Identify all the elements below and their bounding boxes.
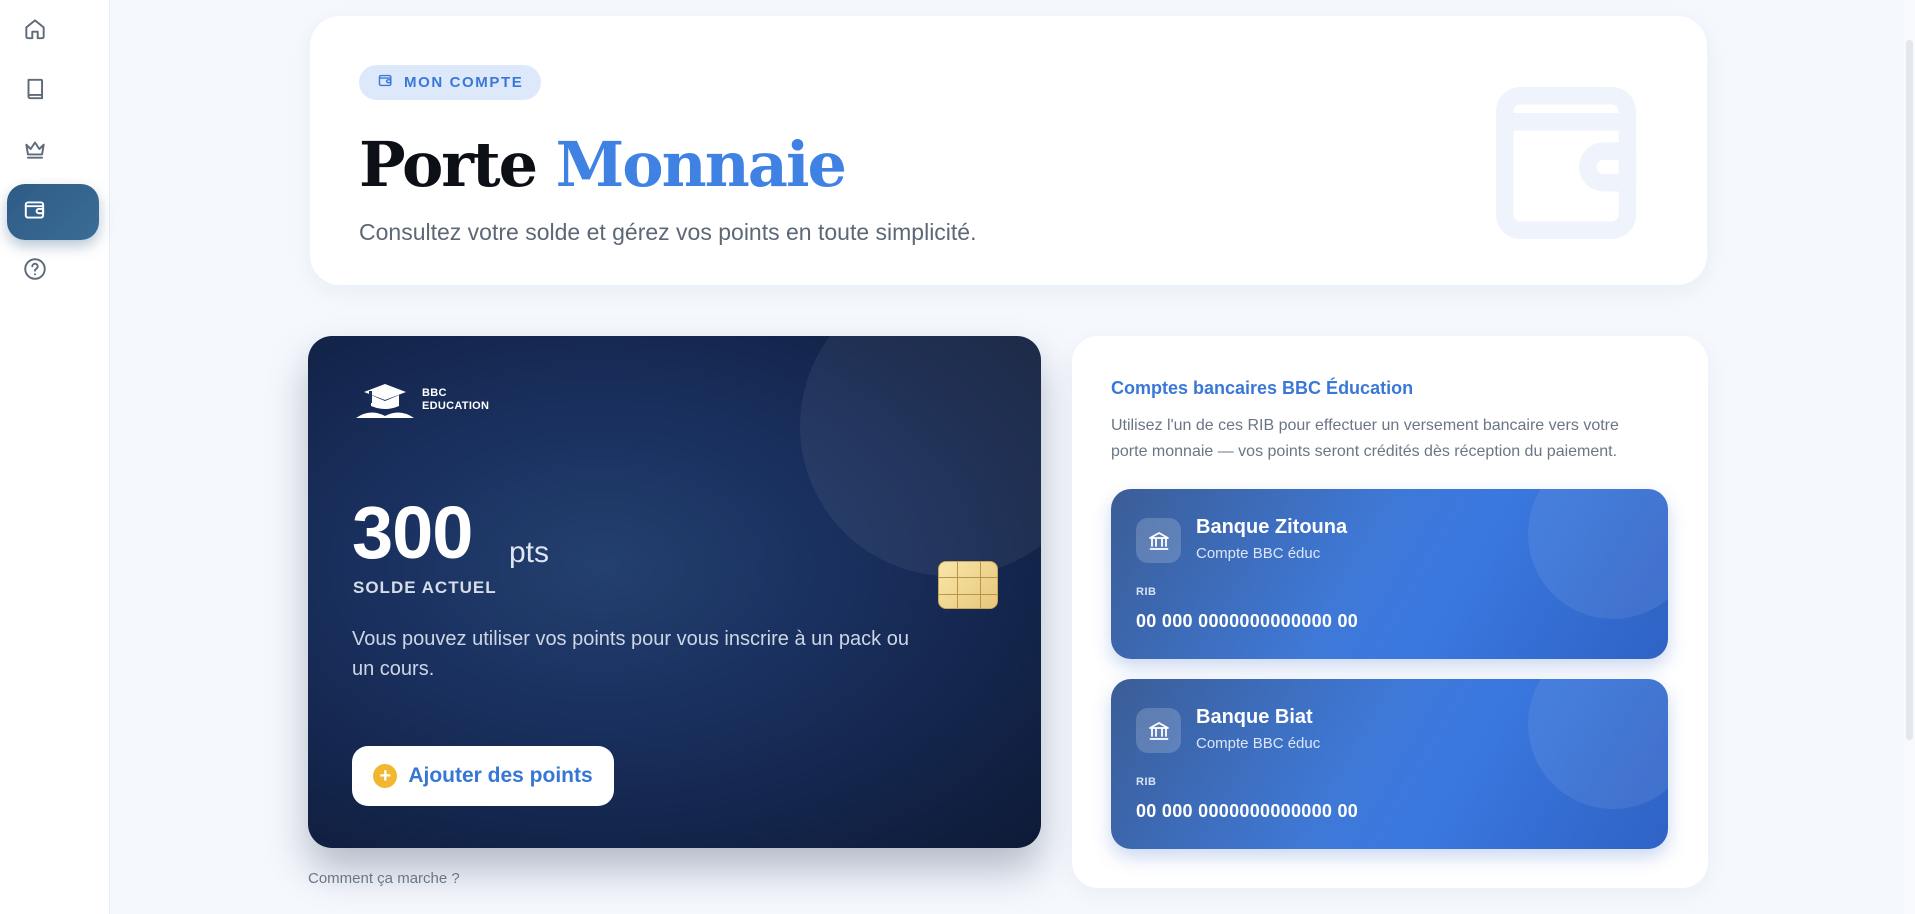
brand-name: BBC EDUCATION <box>422 387 489 413</box>
home-icon <box>22 16 48 47</box>
rib-value[interactable]: 00 000 0000000000000 00 <box>1136 611 1358 632</box>
sidebar-item-premium[interactable] <box>0 123 110 179</box>
help-circle-icon <box>22 256 48 287</box>
add-points-label: Ajouter des points <box>408 764 593 787</box>
bank-card-zitouna: Banque Zitouna Compte BBC éduc RIB 00 00… <box>1111 489 1668 659</box>
page-header-card: MON COMPTE Porte Monnaie Consultez votre… <box>310 16 1707 285</box>
bank-icon <box>1136 518 1181 563</box>
add-points-button[interactable]: + Ajouter des points <box>352 746 614 806</box>
page-title-part2: Monnaie <box>555 128 847 201</box>
bank-name: Banque Zitouna <box>1196 516 1348 538</box>
account-badge-label: MON COMPTE <box>404 74 524 91</box>
sidebar-item-help[interactable] <box>0 243 110 299</box>
sidebar-item-courses[interactable] <box>0 63 110 119</box>
rib-value[interactable]: 00 000 0000000000000 00 <box>1136 801 1358 822</box>
sidebar <box>0 0 110 914</box>
card-decoration <box>1528 679 1668 809</box>
bank-accounts-panel: Comptes bancaires BBC Éducation Utilisez… <box>1072 336 1708 888</box>
graduation-cap-logo-icon <box>356 384 414 418</box>
rib-label: RIB <box>1136 776 1157 788</box>
wallet-icon <box>377 72 394 93</box>
page-subtitle: Consultez votre solde et gérez vos point… <box>359 219 977 245</box>
page-title: Porte Monnaie <box>359 134 847 196</box>
page-title-part1: Porte <box>359 128 538 201</box>
brand-logo: BBC EDUCATION <box>354 380 489 420</box>
wallet-icon <box>22 197 48 228</box>
brand-line1: BBC <box>422 387 447 399</box>
card-decoration <box>1528 489 1668 619</box>
balance-card: BBC EDUCATION 300 pts SOLDE ACTUEL Vous … <box>308 336 1041 848</box>
wallet-watermark-icon <box>1477 68 1667 258</box>
bank-card-biat: Banque Biat Compte BBC éduc RIB 00 000 0… <box>1111 679 1668 849</box>
bank-icon <box>1136 708 1181 753</box>
plus-icon: + <box>373 764 398 788</box>
sidebar-item-wallet[interactable] <box>7 184 99 240</box>
balance-description: Vous pouvez utiliser vos points pour vou… <box>352 628 909 680</box>
book-icon <box>22 76 48 107</box>
rib-label: RIB <box>1136 586 1157 598</box>
balance-caption: SOLDE ACTUEL <box>353 578 497 597</box>
sidebar-item-home[interactable] <box>0 3 110 59</box>
crown-icon <box>22 136 48 167</box>
account-badge: MON COMPTE <box>359 65 542 100</box>
vertical-scrollbar[interactable] <box>1903 0 1915 914</box>
bank-panel-title: Comptes bancaires BBC Éducation <box>1111 378 1414 398</box>
brand-line2: EDUCATION <box>422 400 490 412</box>
bank-account-subtitle: Compte BBC éduc <box>1196 545 1321 562</box>
card-decoration <box>800 336 1041 576</box>
how-it-works-link[interactable]: Comment ça marche ? <box>308 870 460 887</box>
bank-name: Banque Biat <box>1196 706 1313 728</box>
scrollbar-thumb[interactable] <box>1906 40 1913 740</box>
card-chip-icon <box>938 561 998 609</box>
points-unit: pts <box>509 536 550 569</box>
bank-panel-description: Utilisez l'un de ces RIB pour effectuer … <box>1111 417 1619 460</box>
bank-account-subtitle: Compte BBC éduc <box>1196 735 1321 752</box>
points-balance: 300 <box>352 491 473 574</box>
